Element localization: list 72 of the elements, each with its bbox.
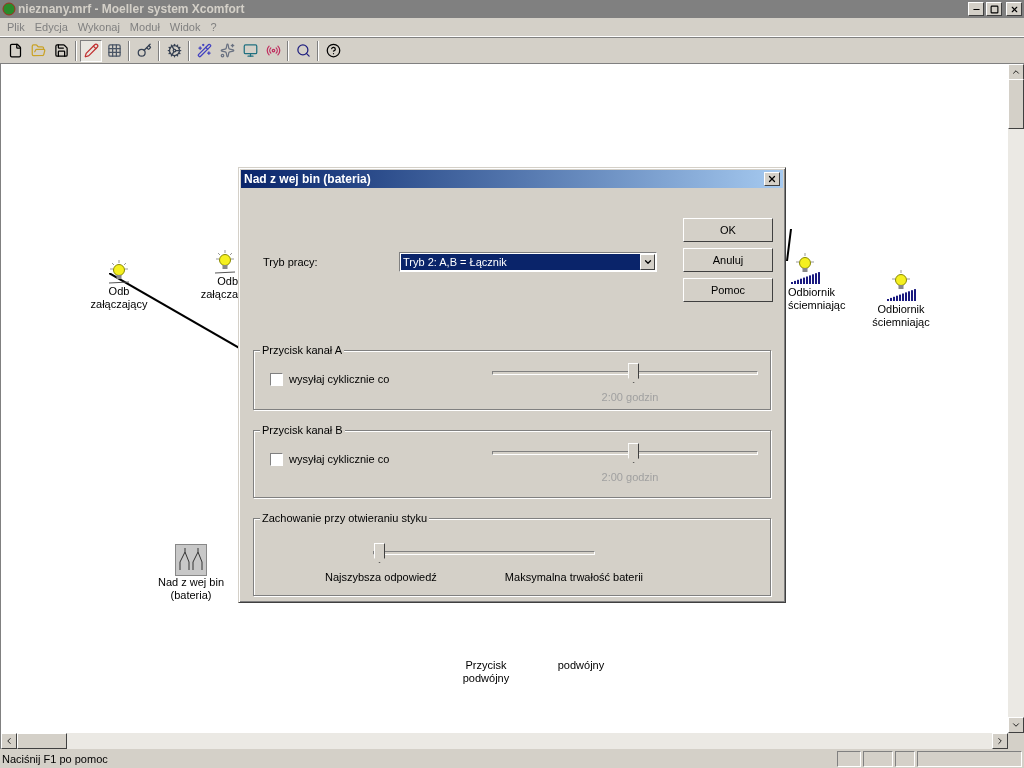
dimmer-bulb-icon: [884, 269, 918, 303]
status-panel: [837, 751, 861, 767]
connector-line: [786, 229, 792, 261]
app-icon: [2, 2, 16, 16]
checkbox-label: wysyłaj cyklicznie co: [289, 372, 390, 387]
status-text: Naciśnij F1 po pomoc: [1, 751, 109, 767]
key-icon: [136, 43, 152, 58]
gears-icon: [166, 43, 182, 58]
checkbox[interactable]: [270, 372, 283, 386]
menu-item[interactable]: Moduł: [124, 18, 165, 36]
group-title: Zachowanie przy otwieraniu styku: [260, 511, 430, 525]
slider-thumb[interactable]: [374, 543, 385, 563]
double-switch-icon: [175, 544, 207, 576]
status-panel: [863, 751, 893, 767]
close-icon: [767, 174, 777, 184]
node-label: Odb załącza: [200, 275, 238, 301]
node-label: Odb załączający: [90, 285, 148, 311]
save-icon: [53, 43, 69, 58]
signal-icon: [265, 43, 281, 58]
mode-label: Tryb pracy:: [262, 255, 319, 270]
sparkles-icon: [219, 43, 235, 58]
menu-item[interactable]: Wykonaj: [72, 18, 125, 36]
menu-item[interactable]: ?: [205, 18, 222, 36]
close-button[interactable]: [764, 172, 780, 186]
scroll-right-button[interactable]: [992, 733, 1008, 749]
group-title: Przycisk kanał A: [260, 343, 345, 357]
node-label: Przycisk podwójny: [462, 659, 510, 685]
mode-dropdown[interactable]: Tryb 2: A,B = Łącznik: [399, 252, 657, 272]
group-title: Przycisk kanał B: [260, 423, 345, 437]
help-icon: [325, 43, 341, 58]
scroll-down-button[interactable]: [1008, 717, 1024, 733]
node-label: Odbiornik ściemniając: [872, 303, 930, 329]
window-title: nieznany.mrf - Moeller system Xcomfort: [18, 1, 245, 18]
scrollbar-thumb[interactable]: [1008, 79, 1024, 129]
maximize-icon: [989, 4, 999, 14]
pencil-icon: [83, 43, 99, 58]
menu-item[interactable]: Edycja: [29, 18, 73, 36]
menu-item[interactable]: Plik: [2, 18, 30, 36]
node-label: Odbiornik ściemniając: [788, 286, 846, 312]
slider-min-label: Najszybsza odpowiedź: [324, 570, 437, 585]
node-label: Nad z wej bin (bateria): [157, 576, 224, 602]
horizontal-scrollbar[interactable]: [1, 733, 1008, 749]
grid-icon: [106, 43, 122, 58]
status-panel: [895, 751, 915, 767]
dialog-button[interactable]: Pomoc: [683, 278, 773, 302]
dialog-button[interactable]: OK: [683, 218, 773, 242]
scroll-up-button[interactable]: [1008, 64, 1024, 80]
scrollbar-thumb[interactable]: [17, 733, 67, 749]
light-bulb-icon: [106, 259, 132, 285]
vertical-scrollbar[interactable]: [1008, 64, 1024, 733]
slider-thumb[interactable]: [628, 363, 640, 383]
wand-icon: [196, 43, 212, 58]
folder-icon: [30, 43, 46, 58]
dimmer-bulb-icon: [788, 252, 822, 286]
new-file-icon: [7, 43, 23, 58]
dialog-title: Nad z wej bin (bateria): [244, 171, 371, 188]
checkbox[interactable]: [270, 452, 283, 466]
dialog-button[interactable]: Anuluj: [683, 248, 773, 272]
node-label: podwójny: [557, 659, 605, 672]
monitor-icon: [242, 43, 258, 58]
maximize-button[interactable]: [986, 2, 1002, 16]
close-icon: [1009, 4, 1019, 14]
slider-thumb[interactable]: [628, 443, 640, 463]
search-icon: [295, 43, 311, 58]
scroll-left-button[interactable]: [1, 733, 17, 749]
close-button[interactable]: [1006, 2, 1022, 16]
light-bulb-icon: [212, 249, 238, 275]
slider-max-label: Maksymalna trwałość baterii: [504, 570, 643, 585]
menu-item[interactable]: Widok: [164, 18, 206, 36]
pencil-button[interactable]: [80, 39, 102, 62]
checkbox-label: wysyłaj cyklicznie co: [289, 452, 390, 467]
minimize-button[interactable]: [968, 2, 984, 16]
